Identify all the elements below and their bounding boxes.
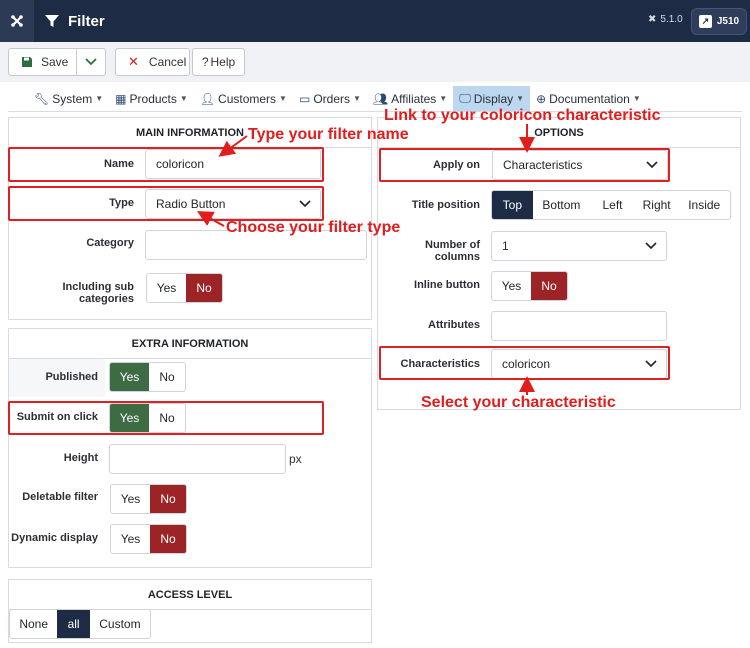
published-label: Published	[45, 371, 98, 383]
deletable-yes-button[interactable]: Yes	[111, 485, 150, 513]
annotation-filter-type: Choose your filter type	[226, 219, 401, 236]
title-position-top-button[interactable]: Top	[492, 191, 533, 219]
name-highlight	[8, 147, 324, 182]
menu-orders[interactable]: ▭ Orders ▼	[293, 86, 367, 111]
users-icon: 👥︎	[372, 91, 389, 106]
access-level-toggle: None all Custom	[9, 609, 151, 639]
subcategories-label: Including sub categories	[62, 281, 135, 305]
inline-button-toggle: Yes No	[491, 271, 568, 301]
title-position-inside-button[interactable]: Inside	[678, 191, 730, 219]
monitor-icon: 🖵︎	[459, 91, 471, 105]
category-label: Category	[86, 237, 134, 249]
apply-on-highlight	[379, 148, 670, 182]
version-badge: ✖ 5.1.0	[648, 14, 683, 25]
deletable-filter-label: Deletable filter	[22, 491, 98, 503]
title-position-toggle: Top Bottom Left Right Inside	[491, 190, 731, 220]
caret-down-icon: ▼	[279, 94, 287, 103]
caret-down-icon: ▼	[439, 94, 448, 103]
inline-no-button[interactable]: No	[530, 272, 567, 300]
inline-button-label: Inline button	[414, 279, 480, 291]
access-custom-button[interactable]: Custom	[90, 610, 150, 638]
dynamic-no-button[interactable]: No	[149, 525, 186, 553]
type-highlight	[8, 186, 324, 221]
toolbar: Save ✕ Cancel ? Help	[0, 42, 750, 82]
caret-down-icon: ▼	[632, 94, 641, 103]
annotation-link: Link to your coloricon characteristic	[384, 107, 661, 124]
caret-down-icon: ▼	[516, 94, 525, 103]
number-of-columns-label: Number of columns	[425, 239, 480, 263]
published-yes-button[interactable]: Yes	[110, 363, 149, 391]
access-none-button[interactable]: None	[10, 610, 57, 638]
deletable-filter-toggle: Yes No	[110, 484, 187, 514]
chevron-down-icon	[85, 58, 97, 66]
subcategories-yes-button[interactable]: Yes	[147, 274, 186, 302]
app-header: Filter ✖ 5.1.0 ↗ J510	[0, 0, 750, 42]
panel-heading: EXTRA INFORMATION	[9, 329, 371, 359]
save-button[interactable]: Save	[9, 49, 77, 75]
question-icon: ?	[201, 55, 209, 69]
dynamic-display-toggle: Yes No	[110, 524, 187, 554]
wrench-icon: 🔧︎	[34, 91, 50, 106]
menu-customers[interactable]: 👤︎ Customers ▼	[194, 86, 293, 111]
published-toggle: Yes No	[109, 362, 186, 392]
dynamic-yes-button[interactable]: Yes	[111, 525, 150, 553]
cubes-icon: ▦	[115, 91, 127, 106]
title-position-left-button[interactable]: Left	[590, 191, 635, 219]
joomla-logo-icon[interactable]	[0, 0, 34, 42]
title-position-bottom-button[interactable]: Bottom	[533, 191, 591, 219]
access-all-button[interactable]: all	[57, 610, 90, 638]
characteristics-highlight	[379, 346, 670, 380]
caret-down-icon: ▼	[95, 94, 104, 103]
menu-system[interactable]: 🔧︎ System ▼	[28, 86, 109, 111]
chevron-down-icon	[636, 232, 666, 260]
save-button-group: Save	[8, 48, 106, 76]
inline-yes-button[interactable]: Yes	[492, 272, 531, 300]
published-no-button[interactable]: No	[149, 363, 185, 391]
subcategories-no-button[interactable]: No	[185, 274, 222, 302]
number-of-columns-select[interactable]: 1	[491, 231, 667, 261]
credit-card-icon: ▭	[298, 91, 311, 106]
height-unit: px	[289, 452, 302, 466]
user-icon: 👤︎	[199, 91, 216, 106]
cancel-button[interactable]: ✕ Cancel	[115, 48, 190, 76]
title-position-right-button[interactable]: Right	[635, 191, 679, 219]
save-icon	[22, 57, 32, 67]
panel-heading: ACCESS LEVEL	[9, 580, 371, 610]
attributes-input[interactable]	[491, 311, 667, 341]
close-icon: ✕	[128, 54, 139, 69]
submit-highlight	[8, 401, 324, 435]
height-input[interactable]	[109, 444, 286, 474]
save-dropdown-toggle[interactable]	[77, 58, 105, 66]
external-link-icon: ↗	[698, 15, 712, 28]
caret-down-icon: ▼	[179, 94, 188, 103]
filter-icon	[45, 15, 59, 27]
lifebuoy-icon: ⊕	[536, 91, 547, 106]
annotation-filter-name: Type your filter name	[248, 126, 409, 143]
page-title: Filter	[68, 12, 105, 30]
height-label: Height	[63, 452, 98, 464]
site-button[interactable]: ↗ J510	[691, 8, 747, 35]
subcategories-toggle: Yes No	[146, 273, 223, 303]
deletable-no-button[interactable]: No	[149, 485, 186, 513]
help-button[interactable]: ? Help	[192, 48, 245, 76]
annotation-select: Select your characteristic	[421, 394, 616, 411]
dynamic-display-label: Dynamic display	[11, 532, 98, 544]
attributes-label: Attributes	[428, 319, 480, 331]
joomla-small-icon: ✖	[648, 14, 657, 25]
title-position-label: Title position	[411, 199, 480, 211]
menu-products[interactable]: ▦ Products ▼	[109, 86, 194, 111]
caret-down-icon: ▼	[353, 94, 361, 103]
